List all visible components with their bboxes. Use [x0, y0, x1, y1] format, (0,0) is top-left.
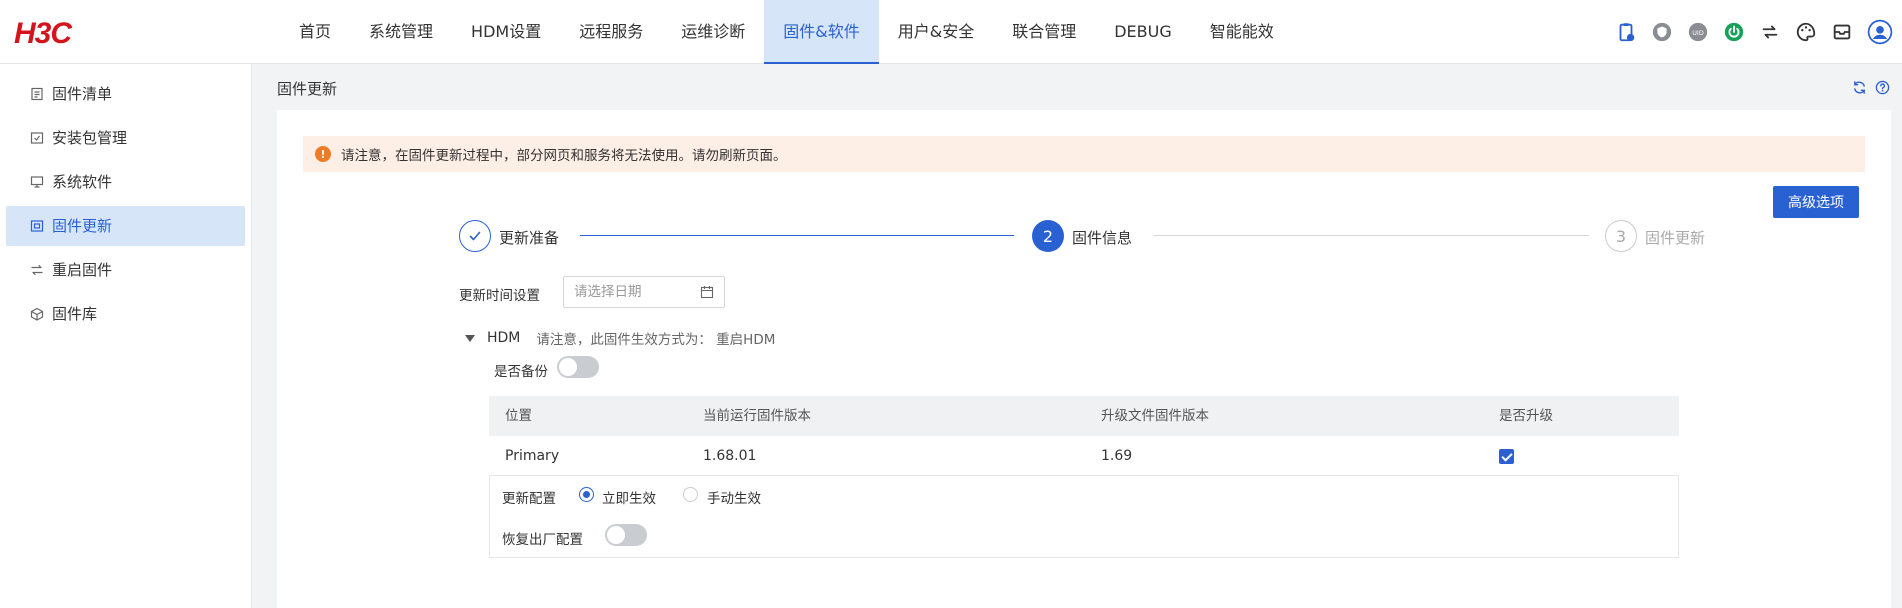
swap-icon [31, 264, 43, 276]
sidebar-item-label: 重启固件 [52, 261, 113, 279]
list-icon [31, 87, 43, 101]
caret-down-icon [465, 334, 475, 342]
sidebar-item-restart-firmware[interactable]: 重启固件 [6, 250, 245, 290]
header-upgrade-flag: 是否升级 [1499, 408, 1553, 424]
nav-federated-management[interactable]: 联合管理 [993, 0, 1095, 64]
svg-text:UID: UID [1692, 29, 1704, 37]
step-3-label: 固件更新 [1645, 229, 1706, 247]
package-icon [30, 132, 44, 144]
nav-home[interactable]: 首页 [280, 0, 350, 64]
update-config-box: 更新配置 立即生效 手动生效 恢复出厂配置 [489, 476, 1679, 558]
header-location: 位置 [505, 408, 532, 424]
config-label: 更新配置 [502, 491, 556, 507]
hdm-section-header[interactable]: HDM 请注意，此固件生效方式为： 重启HDM [465, 328, 775, 348]
radio-manual[interactable] [683, 487, 698, 502]
radio-immediate-label[interactable]: 立即生效 [602, 487, 656, 507]
date-placeholder: 请选择日期 [574, 284, 642, 300]
nav-smart-energy[interactable]: 智能能效 [1191, 0, 1293, 64]
step-line-2 [1153, 235, 1589, 236]
page-title: 固件更新 [277, 80, 338, 98]
shield-icon[interactable] [1650, 20, 1674, 44]
alert-text: 请注意，在固件更新过程中，部分网页和服务将无法使用。请勿刷新页面。 [341, 148, 787, 164]
uid-icon[interactable]: UID [1686, 20, 1710, 44]
sidebar-item-firmware-update[interactable]: 固件更新 [6, 206, 245, 246]
nav-debug[interactable]: DEBUG [1095, 0, 1191, 64]
step-2-circle: 2 [1032, 220, 1064, 252]
power-icon[interactable] [1722, 20, 1746, 44]
nav-remote-service[interactable]: 远程服务 [560, 0, 662, 64]
hdm-note: 请注意，此固件生效方式为： 重启HDM [536, 332, 776, 348]
warning-alert: ! 请注意，在固件更新过程中，部分网页和服务将无法使用。请勿刷新页面。 [303, 136, 1865, 172]
sidebar-item-label: 安装包管理 [52, 129, 128, 147]
sidebar-item-package-management[interactable]: 安装包管理 [6, 118, 245, 158]
sidebar: 固件清单 安装包管理 系统软件 固件更新 重启固件 固件库 [0, 64, 252, 608]
calendar-icon [700, 286, 714, 299]
firmware-update-card: ! 请注意，在固件更新过程中，部分网页和服务将无法使用。请勿刷新页面。 高级选项… [277, 110, 1891, 608]
user-avatar-icon[interactable] [1866, 18, 1894, 46]
radio-manual-label[interactable]: 手动生效 [707, 487, 761, 507]
date-picker-input[interactable]: 请选择日期 [563, 276, 725, 308]
step-1-label: 更新准备 [499, 229, 560, 247]
sidebar-item-firmware-list[interactable]: 固件清单 [6, 74, 245, 114]
step-1-circle [459, 220, 491, 252]
cell-current-version: 1.68.01 [703, 448, 757, 464]
table-row: Primary 1.68.01 1.69 [489, 436, 1679, 476]
backup-toggle[interactable] [557, 356, 599, 378]
upgrade-checkbox[interactable] [1499, 449, 1514, 464]
step-2-label: 固件信息 [1072, 229, 1133, 247]
hdm-title: HDM [487, 330, 521, 346]
header-current-version: 当前运行固件版本 [703, 408, 811, 424]
advanced-options-button[interactable]: 高级选项 [1773, 186, 1859, 218]
factory-reset-toggle[interactable] [605, 524, 647, 546]
monitor-icon [30, 176, 44, 188]
cell-upgrade-version: 1.69 [1101, 448, 1133, 464]
sidebar-item-label: 系统软件 [52, 173, 113, 191]
refresh-arrows-icon[interactable] [1758, 20, 1782, 44]
schedule-label: 更新时间设置 [459, 288, 540, 304]
check-icon [469, 231, 481, 241]
box-icon [30, 307, 44, 321]
sidebar-item-firmware-repository[interactable]: 固件库 [6, 294, 245, 334]
nav-system-management[interactable]: 系统管理 [350, 0, 452, 64]
header-upgrade-version: 升级文件固件版本 [1101, 408, 1209, 424]
help-icon[interactable] [1875, 80, 1890, 95]
h3c-logo[interactable]: H3C [14, 17, 72, 51]
warning-icon: ! [315, 146, 331, 162]
nav-maintenance-diagnosis[interactable]: 运维诊断 [662, 0, 764, 64]
main-nav: 首页 系统管理 HDM设置 远程服务 运维诊断 固件&软件 用户&安全 联合管理… [280, 0, 1293, 64]
nav-user-security[interactable]: 用户&安全 [879, 0, 993, 64]
palette-icon[interactable] [1794, 20, 1818, 44]
chip-icon [30, 220, 44, 232]
nav-hdm-settings[interactable]: HDM设置 [452, 0, 560, 64]
top-toolbar: UID [1614, 0, 1894, 64]
step-line-1 [580, 235, 1014, 236]
firmware-table: 位置 当前运行固件版本 升级文件固件版本 是否升级 Primary 1.68.0… [489, 396, 1679, 476]
step-3-circle: 3 [1605, 220, 1637, 252]
sidebar-item-label: 固件库 [52, 305, 98, 323]
backup-label: 是否备份 [494, 364, 548, 380]
sidebar-item-label: 固件更新 [52, 217, 113, 235]
page-tools [1852, 80, 1890, 95]
sidebar-item-system-software[interactable]: 系统软件 [6, 162, 245, 202]
sidebar-item-label: 固件清单 [52, 85, 113, 103]
table-header: 位置 当前运行固件版本 升级文件固件版本 是否升级 [489, 396, 1679, 436]
mail-icon[interactable] [1830, 20, 1854, 44]
top-navigation-bar: H3C 首页 系统管理 HDM设置 远程服务 运维诊断 固件&软件 用户&安全 … [0, 0, 1902, 64]
radio-immediate[interactable] [579, 487, 594, 502]
factory-reset-label: 恢复出厂配置 [502, 532, 583, 548]
clipboard-icon[interactable] [1614, 20, 1638, 44]
cell-location: Primary [505, 448, 560, 464]
refresh-icon[interactable] [1852, 80, 1867, 95]
nav-firmware-software[interactable]: 固件&软件 [764, 0, 879, 64]
